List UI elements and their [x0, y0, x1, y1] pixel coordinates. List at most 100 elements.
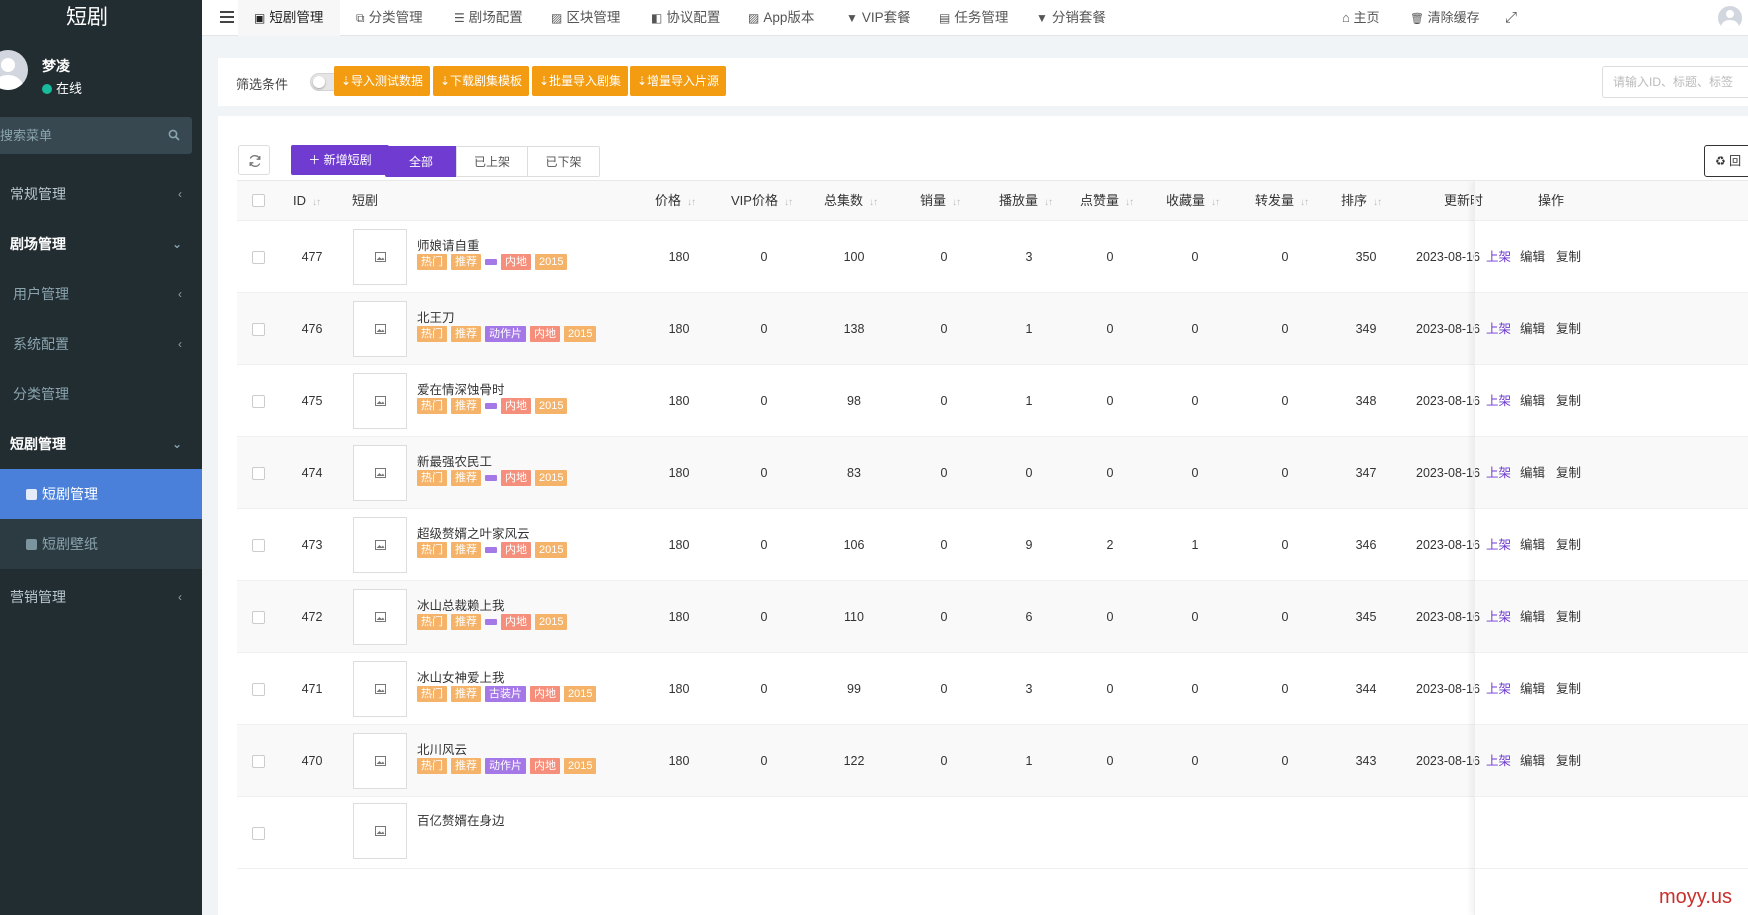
- tab-9[interactable]: ▼ 分销套餐: [1030, 0, 1120, 36]
- sort-icon[interactable]: ↓↑: [952, 183, 961, 223]
- add-drama-button[interactable]: ＋ 新增短剧: [291, 145, 389, 175]
- sort-icon[interactable]: ↓↑: [784, 183, 793, 223]
- brand-logo[interactable]: 短剧: [0, 0, 202, 36]
- sort-icon[interactable]: ↓↑: [1044, 183, 1053, 223]
- tab-5[interactable]: ◧ 协议配置: [645, 0, 735, 36]
- incremental-import-button[interactable]: ⇣增量导入片源: [630, 66, 727, 96]
- col-price[interactable]: 价格 ↓↑: [655, 181, 696, 223]
- tab-online[interactable]: 已上架: [456, 146, 528, 177]
- publish-button[interactable]: 上架: [1486, 581, 1511, 653]
- table-row[interactable]: 百亿赘婿在身边: [237, 797, 1748, 869]
- edit-button[interactable]: 编辑: [1520, 365, 1545, 437]
- edit-button[interactable]: 编辑: [1520, 437, 1545, 509]
- table-row[interactable]: 476 180 0 138 0 1 0 0 0 349 2023-08-16 北王刀 热门 推荐 动作片 内地…: [237, 293, 1748, 365]
- search-icon[interactable]: [168, 129, 180, 141]
- tab-all[interactable]: 全部: [385, 146, 457, 177]
- row-checkbox[interactable]: [252, 467, 265, 480]
- table-row[interactable]: 474 180 0 83 0 0 0 0 0 347 2023-08-16 新最强农民工 热门 推荐 内地 2…: [237, 437, 1748, 509]
- sidebar-item-theater[interactable]: 剧场管理 ⌄: [0, 219, 202, 269]
- sidebar-item-users[interactable]: 用户管理 ‹: [0, 269, 202, 319]
- tab-offline[interactable]: 已下架: [527, 146, 600, 177]
- sidebar-item-marketing[interactable]: 营销管理 ‹: [0, 572, 202, 622]
- import-test-data-button[interactable]: ⇣导入测试数据: [334, 66, 431, 96]
- copy-button[interactable]: 复制: [1556, 581, 1581, 653]
- sidebar-item-general[interactable]: 常规管理 ‹: [0, 169, 202, 219]
- col-favorites[interactable]: 收藏量 ↓↑: [1166, 181, 1220, 223]
- cover-thumbnail[interactable]: [353, 661, 407, 717]
- refresh-button[interactable]: [238, 145, 270, 175]
- publish-button[interactable]: 上架: [1486, 365, 1511, 437]
- publish-button[interactable]: 上架: [1486, 509, 1511, 581]
- recycle-bin-button[interactable]: ♻ 回: [1704, 145, 1748, 177]
- publish-button[interactable]: 上架: [1486, 437, 1511, 509]
- cover-thumbnail[interactable]: [353, 733, 407, 789]
- tab-7[interactable]: ▼ VIP套餐: [840, 0, 926, 36]
- sort-icon[interactable]: ↓↑: [1211, 183, 1220, 223]
- copy-button[interactable]: 复制: [1556, 293, 1581, 365]
- row-checkbox[interactable]: [252, 251, 265, 264]
- sidebar-item-drama[interactable]: 短剧管理 ⌄: [0, 419, 202, 469]
- edit-button[interactable]: 编辑: [1520, 581, 1545, 653]
- cover-thumbnail[interactable]: [353, 803, 407, 859]
- cover-thumbnail[interactable]: [353, 373, 407, 429]
- col-sales[interactable]: 销量 ↓↑: [920, 181, 961, 223]
- tab-4[interactable]: ▨ 区块管理: [545, 0, 635, 36]
- copy-button[interactable]: 复制: [1556, 437, 1581, 509]
- sidebar-search-input[interactable]: [0, 117, 160, 154]
- row-checkbox[interactable]: [252, 395, 265, 408]
- copy-button[interactable]: 复制: [1556, 725, 1581, 797]
- table-row[interactable]: 477 180 0 100 0 3 0 0 0 350 2023-08-16 师娘请自重 热门 推荐 内地 2…: [237, 221, 1748, 293]
- edit-button[interactable]: 编辑: [1520, 509, 1545, 581]
- clear-cache-link[interactable]: 🗑 清除缓存: [1410, 0, 1480, 36]
- col-total-episodes[interactable]: 总集数 ↓↑: [824, 181, 878, 223]
- table-row[interactable]: 473 180 0 106 0 9 2 1 0 346 2023-08-16 超级赘婿之叶家风云 热门推…: [237, 509, 1748, 581]
- publish-button[interactable]: 上架: [1486, 293, 1511, 365]
- home-link[interactable]: ⌂ 主页: [1342, 0, 1380, 36]
- table-row[interactable]: 471 180 0 99 0 3 0 0 0 344 2023-08-16 冰山女神爱上我 热门 推荐 古装…: [237, 653, 1748, 725]
- sort-icon[interactable]: ↓↑: [1373, 183, 1382, 223]
- sidebar-item-drama-active[interactable]: 短剧管理: [0, 469, 202, 519]
- col-sort[interactable]: 排序 ↓↑: [1341, 181, 1382, 223]
- table-row[interactable]: 472 180 0 110 0 6 0 0 0 345 2023-08-16 冰山总裁赖上我 热门 推荐 内…: [237, 581, 1748, 653]
- col-vip-price[interactable]: VIP价格 ↓↑: [731, 181, 793, 223]
- row-checkbox[interactable]: [252, 683, 265, 696]
- download-template-button[interactable]: ⇣下载剧集模板: [433, 66, 530, 96]
- cover-thumbnail[interactable]: [353, 301, 407, 357]
- sidebar-item-wallpaper[interactable]: 短剧壁纸: [0, 519, 202, 569]
- cover-thumbnail[interactable]: [353, 517, 407, 573]
- edit-button[interactable]: 编辑: [1520, 725, 1545, 797]
- copy-button[interactable]: 复制: [1556, 653, 1581, 725]
- edit-button[interactable]: 编辑: [1520, 653, 1545, 725]
- row-checkbox[interactable]: [252, 323, 265, 336]
- sort-icon[interactable]: ↓↑: [1300, 183, 1309, 223]
- cover-thumbnail[interactable]: [353, 589, 407, 645]
- cover-thumbnail[interactable]: [353, 229, 407, 285]
- row-checkbox[interactable]: [252, 755, 265, 768]
- sort-icon[interactable]: ↓↑: [687, 183, 696, 223]
- col-likes[interactable]: 点赞量 ↓↑: [1080, 181, 1134, 221]
- sort-icon[interactable]: ↓↑: [869, 183, 878, 223]
- copy-button[interactable]: 复制: [1556, 365, 1581, 437]
- col-plays[interactable]: 播放量 ↓↑: [999, 181, 1053, 223]
- top-user-avatar[interactable]: [1718, 6, 1742, 30]
- row-checkbox[interactable]: [252, 539, 265, 552]
- tab-2[interactable]: ⧉ 分类管理: [350, 0, 440, 36]
- copy-button[interactable]: 复制: [1556, 221, 1581, 293]
- col-shares[interactable]: 转发量 ↓↑: [1255, 181, 1309, 223]
- fullscreen-icon[interactable]: ⤢: [1505, 0, 1517, 36]
- sidebar-item-category[interactable]: 分类管理: [0, 369, 202, 419]
- publish-button[interactable]: 上架: [1486, 653, 1511, 725]
- row-checkbox[interactable]: [252, 827, 265, 840]
- tab-3[interactable]: ☰ 剧场配置: [448, 0, 538, 36]
- tab-6[interactable]: ▨ App版本: [742, 0, 832, 36]
- select-all-checkbox[interactable]: [252, 194, 265, 207]
- table-row[interactable]: 470 180 0 122 0 1 0 0 0 343 2023-08-16 北川风云 热门 推荐 动作片内…: [237, 725, 1748, 797]
- table-search-input[interactable]: 请输入ID、标题、标签: [1602, 66, 1748, 98]
- cover-thumbnail[interactable]: [353, 445, 407, 501]
- tab-8[interactable]: ▤ 任务管理: [933, 0, 1023, 36]
- copy-button[interactable]: 复制: [1556, 509, 1581, 581]
- tab-1[interactable]: ▣ 短剧管理: [238, 0, 340, 36]
- publish-button[interactable]: 上架: [1486, 221, 1511, 293]
- publish-button[interactable]: 上架: [1486, 725, 1511, 797]
- sidebar-item-system[interactable]: 系统配置 ‹: [0, 319, 202, 369]
